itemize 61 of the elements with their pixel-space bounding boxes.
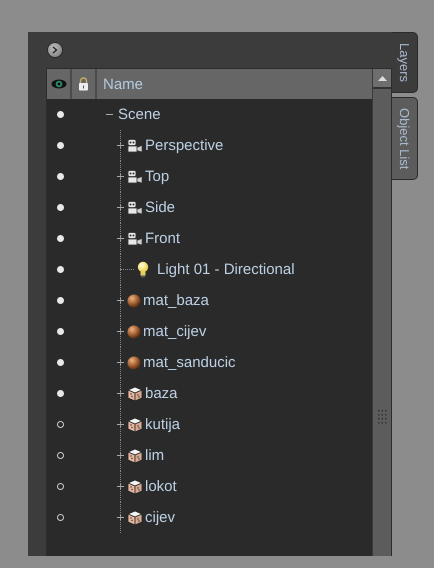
hidden-dot[interactable] xyxy=(57,452,64,459)
tree-item-label[interactable]: baza xyxy=(145,385,178,402)
expand-icon[interactable] xyxy=(116,327,125,336)
hidden-dot[interactable] xyxy=(57,421,64,428)
chevron-right-icon xyxy=(52,46,58,54)
triangle-up-icon xyxy=(378,76,386,80)
scroll-up-button[interactable] xyxy=(373,69,391,89)
cube-icon xyxy=(127,478,143,494)
expand-icon[interactable] xyxy=(116,389,125,398)
camera-icon xyxy=(127,170,143,184)
camera-icon xyxy=(127,200,143,214)
light-bulb-icon xyxy=(137,261,149,278)
expand-icon[interactable] xyxy=(116,482,125,491)
padlock-icon xyxy=(78,77,89,91)
expand-icon[interactable] xyxy=(116,513,125,522)
tree-item-label[interactable]: mat_cijev xyxy=(143,323,206,340)
visible-dot[interactable] xyxy=(57,266,64,273)
tree-item-label[interactable]: Perspective xyxy=(145,137,224,154)
panel-tab[interactable]: Layers xyxy=(392,32,418,94)
camera-icon xyxy=(127,138,143,152)
tree-item-label[interactable]: mat_baza xyxy=(143,292,209,309)
eye-icon xyxy=(50,79,66,89)
tree-item-label[interactable]: kutija xyxy=(145,416,180,433)
hidden-dot[interactable] xyxy=(57,514,64,521)
cube-icon xyxy=(127,448,143,464)
tree-item-label[interactable]: lim xyxy=(145,447,164,464)
tree-item-label[interactable]: Light 01 - Directional xyxy=(157,261,295,278)
expand-icon[interactable] xyxy=(116,172,125,181)
sphere-icon xyxy=(127,356,141,370)
visible-dot[interactable] xyxy=(57,359,64,366)
scroll-grip-icon[interactable] xyxy=(377,409,387,425)
tree-item-label[interactable]: mat_sanducic xyxy=(143,354,236,371)
tree-item-label[interactable]: lokot xyxy=(145,478,177,495)
visible-dot[interactable] xyxy=(57,111,64,118)
visible-dot[interactable] xyxy=(57,328,64,335)
cube-icon xyxy=(127,386,143,402)
visible-dot[interactable] xyxy=(57,390,64,397)
tree-item-label[interactable]: Front xyxy=(145,230,180,247)
expand-icon[interactable] xyxy=(116,234,125,243)
tree-item-label[interactable]: Scene xyxy=(118,106,161,123)
expand-icon[interactable] xyxy=(116,358,125,367)
expand-icon[interactable] xyxy=(116,420,125,429)
tree-item-label[interactable]: cijev xyxy=(145,509,176,526)
sphere-icon xyxy=(127,294,141,308)
sphere-icon xyxy=(127,324,141,338)
cube-icon xyxy=(127,510,143,526)
visible-dot[interactable] xyxy=(57,204,64,211)
hidden-dot[interactable] xyxy=(57,483,64,490)
camera-icon xyxy=(127,232,143,246)
expand-button[interactable] xyxy=(47,42,63,58)
visible-dot[interactable] xyxy=(57,235,64,242)
visible-dot[interactable] xyxy=(57,173,64,180)
visible-dot[interactable] xyxy=(57,142,64,149)
expand-icon[interactable] xyxy=(116,451,125,460)
tree-item-label[interactable]: Side xyxy=(145,199,176,216)
expand-icon[interactable] xyxy=(116,141,125,150)
expand-icon[interactable] xyxy=(116,296,125,305)
tree-item-label[interactable]: Top xyxy=(145,168,170,185)
visible-dot[interactable] xyxy=(57,297,64,304)
expand-icon[interactable] xyxy=(116,203,125,212)
cube-icon xyxy=(127,416,143,432)
